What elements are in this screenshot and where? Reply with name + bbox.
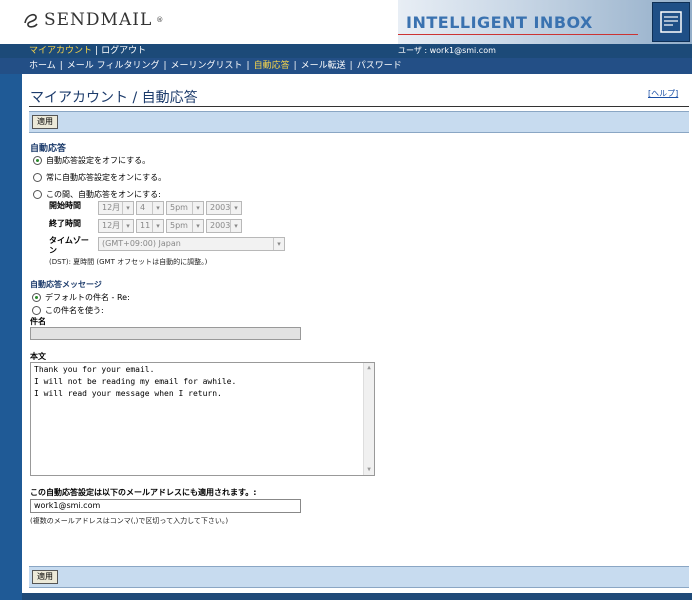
body-textarea[interactable]: Thank you for your email. I will not be … <box>30 362 375 476</box>
chevron-down-icon: ▾ <box>152 202 163 214</box>
body-line: Thank you for your email. <box>34 365 155 374</box>
sendmail-logo: SENDMAIL ® <box>22 10 163 30</box>
footer-bar <box>22 593 692 600</box>
subject-input[interactable] <box>30 327 301 340</box>
registered-mark: ® <box>156 16 164 24</box>
select-value: 2003 <box>210 221 231 230</box>
user-indicator: ユーザ : work1@smi.com <box>398 46 496 55</box>
select-value: 11 <box>140 221 151 230</box>
select-value: 12月 <box>102 203 121 212</box>
sub-nav: ホーム | メール フィルタリング | メーリングリスト | 自動応答 | メー… <box>0 58 692 74</box>
tab-my-account[interactable]: マイアカウント <box>27 45 94 57</box>
nav-separator: | <box>349 61 353 71</box>
banner-divider <box>398 34 638 35</box>
nav-separator: | <box>246 61 250 71</box>
top-apply-bar: 適用 <box>29 111 689 133</box>
apply-button-bottom[interactable]: 適用 <box>32 570 58 584</box>
email-address-input[interactable]: work1@smi.com <box>30 499 301 513</box>
end-year-select[interactable]: 2003 ▾ <box>206 219 242 233</box>
end-day-select[interactable]: 11 ▾ <box>136 219 164 233</box>
start-day-select[interactable]: 4 ▾ <box>136 201 164 215</box>
tab-logout[interactable]: ログアウト <box>99 45 148 57</box>
select-value: 5pm <box>170 203 188 212</box>
chevron-down-icon: ▾ <box>230 220 241 232</box>
nav-separator: | <box>293 61 297 71</box>
chevron-down-icon: ▾ <box>192 202 203 214</box>
top-nav: マイアカウント | ログアウト ユーザ : work1@smi.com <box>0 44 692 58</box>
autoresponse-off-option[interactable]: 自動応答設定をオフにする。 <box>33 155 150 166</box>
select-value: (GMT+09:00) Japan <box>102 239 181 248</box>
subnav-item-mailing-list[interactable]: メーリングリスト <box>169 60 245 72</box>
subnav-item-forwarding[interactable]: メール転送 <box>299 60 348 72</box>
autoresponse-period-option[interactable]: この間、自動応答をオンにする: <box>33 189 161 200</box>
timezone-select[interactable]: (GMT+09:00) Japan ▾ <box>98 237 285 251</box>
inbox-logo-icon <box>652 2 690 42</box>
start-month-select[interactable]: 12月 ▾ <box>98 201 134 215</box>
radio-label: 自動応答設定をオフにする。 <box>46 156 151 165</box>
start-time-select[interactable]: 5pm ▾ <box>166 201 204 215</box>
addresses-note: (複数のメールアドレスはコンマ(,)で区切って入力して下さい。) <box>30 517 229 525</box>
radio-label: デフォルトの件名 - Re: <box>45 293 130 302</box>
sendmail-logo-text: SENDMAIL <box>44 10 153 30</box>
radio-autoresponse-period[interactable] <box>33 190 42 199</box>
subnav-item-autoresponse[interactable]: 自動応答 <box>252 60 292 72</box>
message-heading: 自動応答メッセージ <box>30 280 102 289</box>
page-title: マイアカウント / 自動応答 <box>30 90 198 106</box>
end-time-select[interactable]: 5pm ▾ <box>166 219 204 233</box>
end-month-select[interactable]: 12月 ▾ <box>98 219 134 233</box>
product-banner: INTELLIGENT INBOX <box>398 0 692 44</box>
radio-label: 常に自動応答設定をオンにする。 <box>46 173 167 182</box>
chevron-down-icon: ▾ <box>230 202 241 214</box>
body-label: 本文 <box>30 352 46 361</box>
subnav-item-home[interactable]: ホーム <box>27 60 58 72</box>
chevron-down-icon: ▾ <box>273 238 284 250</box>
radio-label: この件名を使う: <box>45 306 104 315</box>
left-sidebar-bar <box>0 74 22 600</box>
radio-label: この間、自動応答をオンにする: <box>46 190 161 199</box>
header: SENDMAIL ® INTELLIGENT INBOX <box>0 0 692 45</box>
radio-autoresponse-off[interactable] <box>33 156 42 165</box>
timezone-label: タイムゾーン <box>49 236 89 255</box>
addresses-heading: この自動応答設定は以下のメールアドレスにも適用されます。: <box>30 488 257 497</box>
select-value: 4 <box>140 203 146 212</box>
select-value: 2003 <box>210 203 231 212</box>
radio-default-subject[interactable] <box>32 293 41 302</box>
chevron-down-icon: ▾ <box>122 220 133 232</box>
default-subject-option[interactable]: デフォルトの件名 - Re: <box>32 292 130 303</box>
chevron-down-icon: ▾ <box>192 220 203 232</box>
start-year-select[interactable]: 2003 ▾ <box>206 201 242 215</box>
start-time-label: 開始時間 <box>49 201 81 210</box>
sendmail-logo-icon <box>24 13 38 28</box>
nav-separator: | <box>163 61 167 71</box>
custom-subject-option[interactable]: この件名を使う: <box>32 305 104 316</box>
chevron-down-icon: ▾ <box>152 220 163 232</box>
chevron-down-icon: ▾ <box>122 202 133 214</box>
select-value: 12月 <box>102 221 121 230</box>
dst-note: (DST): 夏時間 (GMT オフセットは自動的に調整。) <box>49 258 208 266</box>
body-line: I will read your message when I return. <box>34 389 222 398</box>
end-time-label: 終了時間 <box>49 219 81 228</box>
subnav-item-mail-filtering[interactable]: メール フィルタリング <box>65 60 162 72</box>
title-divider <box>29 106 689 107</box>
nav-separator: | <box>59 61 63 71</box>
apply-button-top[interactable]: 適用 <box>32 115 58 129</box>
autoresponse-always-on-option[interactable]: 常に自動応答設定をオンにする。 <box>33 172 166 183</box>
body-line: I will not be reading my email for awhil… <box>34 377 237 386</box>
subnav-item-password[interactable]: パスワード <box>355 60 404 72</box>
banner-title: INTELLIGENT INBOX <box>406 13 593 32</box>
radio-autoresponse-always-on[interactable] <box>33 173 42 182</box>
autoresponse-heading: 自動応答 <box>30 144 67 154</box>
radio-custom-subject[interactable] <box>32 306 41 315</box>
bottom-apply-bar: 適用 <box>29 566 689 588</box>
body-scrollbar[interactable]: ▲ ▼ <box>363 363 374 475</box>
scroll-down-icon[interactable]: ▼ <box>364 465 374 475</box>
select-value: 5pm <box>170 221 188 230</box>
help-link[interactable]: [ヘルプ] <box>648 88 678 99</box>
scroll-up-icon[interactable]: ▲ <box>364 363 374 373</box>
subject-label: 件名 <box>30 317 46 326</box>
